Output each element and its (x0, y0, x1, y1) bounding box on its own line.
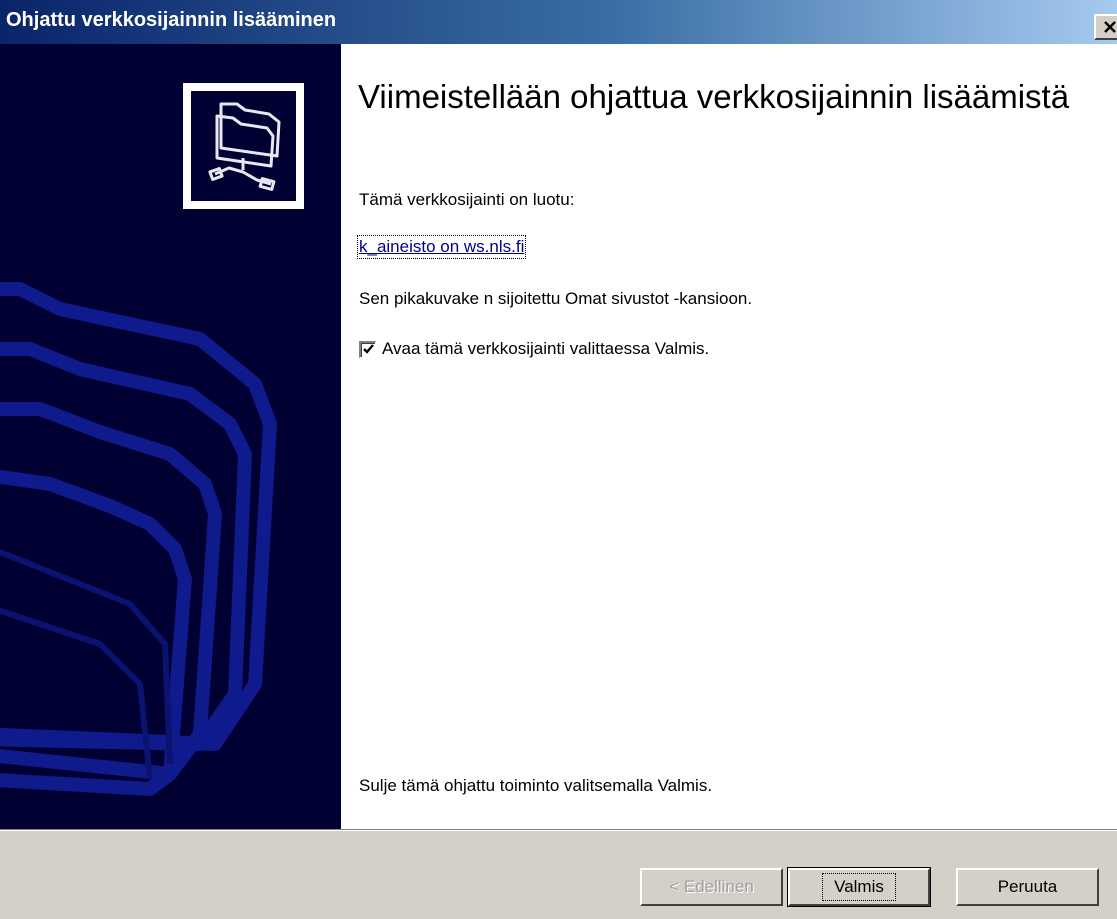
finish-instruction-text: Sulje tämä ohjattu toiminto valitsemalla… (359, 776, 713, 795)
open-location-label[interactable]: Avaa tämä verkkosijainti valittaessa Val… (382, 339, 709, 359)
cancel-button[interactable]: Peruuta (956, 868, 1099, 906)
finish-button[interactable]: Valmis (787, 867, 931, 907)
wizard-content: Viimeistellään ohjattua verkkosijainnin … (341, 44, 1117, 829)
finish-button-label: Valmis (822, 873, 896, 901)
cancel-button-label: Peruuta (997, 877, 1058, 896)
title-bar[interactable]: Ohjattu verkkosijainnin lisääminen (0, 0, 1117, 44)
network-folder-icon (207, 102, 280, 191)
shortcut-info-text: Sen pikakuvake n sijoitettu Omat sivusto… (359, 289, 753, 308)
button-bar: < Edellinen Valmis Peruuta (0, 829, 1117, 919)
wizard-icon-frame (183, 83, 304, 209)
window-title: Ohjattu verkkosijainnin lisääminen (6, 9, 337, 31)
back-button-label: < Edellinen (669, 877, 754, 896)
created-text: Tämä verkkosijainti on luotu: (359, 190, 575, 209)
checkmark-icon (362, 344, 374, 354)
page-title: Viimeistellään ohjattua verkkosijainnin … (358, 78, 1070, 115)
wizard-window: Ohjattu verkkosijainnin lisääminen Viime… (0, 0, 1117, 919)
open-location-option[interactable]: Avaa tämä verkkosijainti valittaessa Val… (359, 338, 709, 360)
back-button[interactable]: < Edellinen (640, 868, 783, 906)
close-button[interactable] (1094, 14, 1117, 40)
wizard-sidebar (0, 44, 341, 829)
network-location-link[interactable]: k_aineisto on ws.nls.fi (356, 235, 527, 259)
open-location-checkbox[interactable] (359, 340, 376, 358)
close-icon (1104, 21, 1116, 33)
